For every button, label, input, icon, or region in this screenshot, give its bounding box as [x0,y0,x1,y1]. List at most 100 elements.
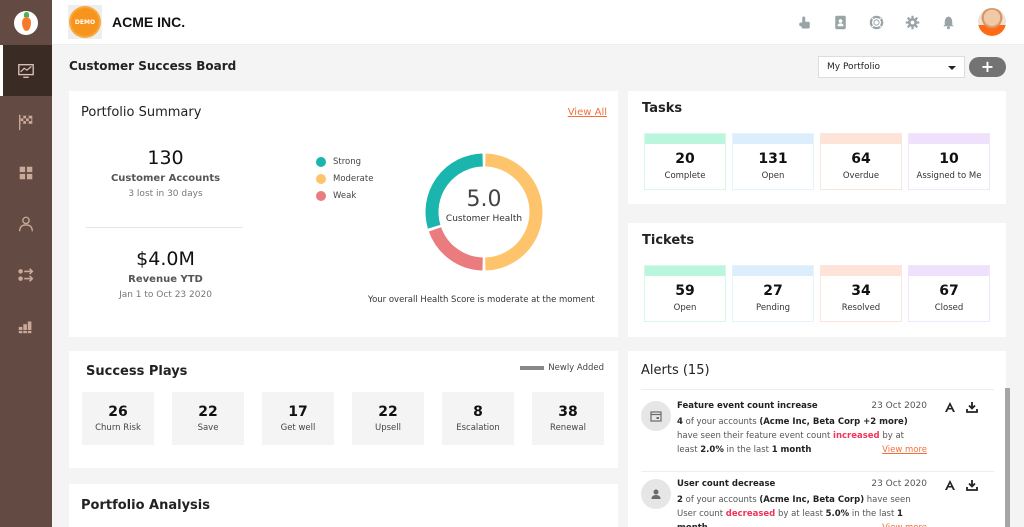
gear-icon[interactable] [904,14,920,30]
tasks-boxes: 20 Complete 131 Open 64 Overdue 10 Assigned … [644,133,996,190]
contact-book-icon[interactable] [832,14,848,30]
play-save[interactable]: 22 Save [172,392,244,445]
revenue-sub: Jan 1 to Oct 23 2020 [119,290,212,300]
sidebar-item-apps[interactable] [0,147,52,198]
alert-item[interactable]: Feature event count increase 23 Oct 2020… [641,401,994,463]
box-label: Closed [934,303,964,313]
assign-icon[interactable] [944,479,956,491]
alert-icon-circle [641,401,671,431]
revenue-value: $4.0M [136,248,195,270]
alert-date: 23 Oct 2020 [871,479,927,489]
success-plays-title: Success Plays [86,364,188,379]
company-name: ACME INC. [112,14,186,30]
download-icon[interactable] [966,401,978,413]
legend-label: Weak [333,190,357,201]
assign-icon[interactable] [944,401,956,413]
alert-item[interactable]: User count decrease 23 Oct 2020 2 of you… [641,479,994,527]
customer-accounts-stat: 130 Customer Accounts 3 lost in 30 days [87,147,244,199]
play-get-well[interactable]: 17 Get well [262,392,334,445]
box-label: Open [761,171,785,181]
box-label: Open [673,303,697,313]
play-renewal[interactable]: 38 Renewal [532,392,604,445]
view-more-link[interactable]: View more [882,445,927,455]
task-box-open[interactable]: 131 Open [732,133,814,190]
hand-pointer-icon[interactable] [796,14,812,30]
carrot-logo-icon [14,10,38,35]
play-value: 22 [198,404,218,420]
accounts-label: Customer Accounts [110,173,221,184]
divider [86,227,243,228]
sidebar-item-milestones[interactable] [0,96,52,147]
monitor-chart-icon [18,63,34,78]
bell-icon[interactable] [940,14,956,30]
tickets-card: Tickets 59 Open 27 Pending 34 Resolved 67 Cl… [628,223,1006,337]
play-upsell[interactable]: 22 Upsell [352,392,424,445]
legend-item-weak: Weak [316,187,373,204]
box-value: 27 [763,283,783,299]
ticket-box-resolved[interactable]: 34 Resolved [820,265,902,322]
task-box-complete[interactable]: 20 Complete [644,133,726,190]
checkered-flag-icon [19,114,33,130]
box-value: 59 [675,283,695,299]
sidebar-item-users[interactable] [0,198,52,249]
alert-description: 2 of your accounts (Acme Inc, Beta Corp)… [677,495,911,527]
legend-dot [316,173,326,184]
donut-center: 5.0 Customer Health [423,187,545,224]
play-value: 8 [473,404,483,420]
legend-item-strong: Strong [316,153,373,170]
accounts-value: 130 [147,147,184,169]
box-label: Pending [756,303,790,313]
play-churn-risk[interactable]: 26 Churn Risk [82,392,154,445]
legend-dot [316,190,326,201]
top-header: DEMO ACME INC. [52,0,1024,45]
ticket-box-open[interactable]: 59 Open [644,265,726,322]
view-all-link[interactable]: View All [568,107,607,118]
portfolio-summary-card: Portfolio Summary View All 130 Customer … [69,91,618,337]
app-logo[interactable] [0,0,52,45]
download-icon[interactable] [966,479,978,491]
revenue-label: Revenue YTD [128,274,203,285]
divider [641,471,994,472]
legend-item-moderate: Moderate [316,170,373,187]
sidebar-item-transfers[interactable] [0,249,52,300]
transfer-icon [18,267,34,282]
sidebar-item-dashboard[interactable] [0,45,52,96]
add-button[interactable]: + [969,57,1006,77]
newly-added-swatch [520,366,545,370]
play-value: 38 [558,404,578,420]
portfolio-analysis-title: Portfolio Analysis [81,498,210,513]
alerts-title: Alerts (15) [641,363,710,378]
box-value: 10 [939,151,959,167]
health-message: Your overall Health Score is moderate at… [368,295,595,305]
page-title: Customer Success Board [69,59,237,73]
legend-label: Strong [333,156,362,167]
tasks-title: Tasks [642,101,683,116]
user-icon [19,216,33,231]
play-value: 26 [108,404,128,420]
health-label: Customer Health [445,214,523,224]
task-box-assigned[interactable]: 10 Assigned to Me [908,133,990,190]
ticket-box-closed[interactable]: 67 Closed [908,265,990,322]
sidebar [0,0,52,527]
task-box-overdue[interactable]: 64 Overdue [820,133,902,190]
legend-label: Moderate [333,173,374,184]
box-value: 64 [851,151,871,167]
play-label: Renewal [550,423,586,433]
health-legend: Strong Moderate Weak [316,153,373,204]
box-label: Complete [664,171,706,181]
health-score: 5.0 [466,187,502,212]
legend-dot [316,156,326,167]
box-value: 20 [675,151,695,167]
sidebar-item-reports[interactable] [0,300,52,351]
play-escalation[interactable]: 8 Escalation [442,392,514,445]
portfolio-select[interactable]: My Portfolio [818,56,965,78]
tasks-card: Tasks 20 Complete 131 Open 64 Overdue 10 Ass… [628,91,1006,204]
divider [641,389,994,390]
view-more-link[interactable]: View more [882,523,927,527]
life-ring-icon[interactable] [868,14,884,30]
alerts-scrollbar[interactable] [1005,388,1010,527]
alert-icon-circle [641,479,671,509]
user-avatar[interactable] [978,8,1006,36]
calendar-icon [650,411,662,422]
ticket-box-pending[interactable]: 27 Pending [732,265,814,322]
